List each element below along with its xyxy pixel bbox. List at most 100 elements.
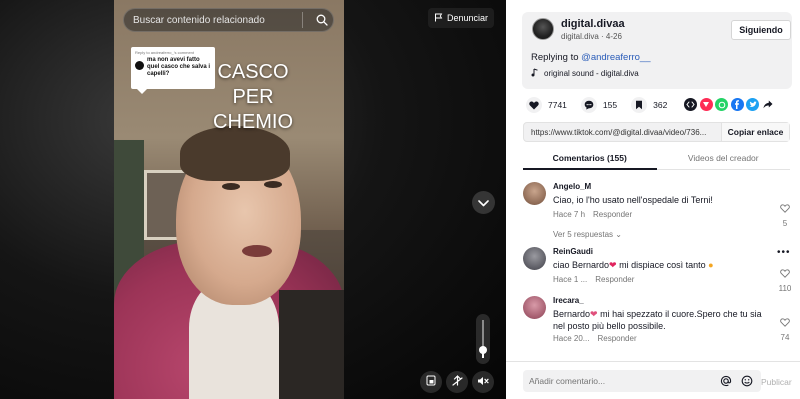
mention-icon[interactable] — [719, 374, 733, 388]
panel-tabs: Comentarios (155) Videos del creador — [523, 150, 790, 170]
report-label: Denunciar — [446, 13, 489, 23]
video-caption: Replying to @andreaferro__ — [531, 52, 651, 63]
twitter-share-icon[interactable] — [746, 98, 759, 111]
comment-username[interactable]: Irecara_ — [553, 296, 584, 305]
picture-in-picture-icon — [426, 373, 436, 391]
comment-like-count: 74 — [780, 333, 790, 342]
author-card: digital.divaa digital.diva · 4-26 Siguie… — [522, 12, 792, 89]
following-button[interactable]: Siguiendo — [731, 20, 791, 40]
engagement-stats: 7741 155 362 — [526, 97, 681, 113]
pinterest-share-icon[interactable] — [699, 98, 713, 111]
video-person-mouth — [242, 245, 272, 257]
comment-meta: Hace 7 h Responder — [553, 210, 632, 219]
chevron-down-icon — [478, 194, 489, 212]
view-replies-button[interactable]: Ver 5 respuestas ⌄ — [553, 230, 622, 239]
avatar[interactable] — [523, 247, 546, 270]
mute-button[interactable] — [472, 371, 494, 393]
reply-comment-sticker: Reply to andreaferro_'s comment ma non a… — [131, 47, 215, 94]
comment-list[interactable]: Angelo_M Ciao, io l'ho usato nell'ospeda… — [506, 176, 800, 361]
tab-comments[interactable]: Comentarios (155) — [523, 150, 657, 170]
details-panel: digital.divaa digital.diva · 4-26 Siguie… — [506, 0, 800, 399]
comment-like-button[interactable]: 110 — [775, 265, 795, 293]
comment-like-count: 5 — [782, 219, 788, 228]
avatar[interactable] — [523, 296, 546, 319]
music-note-icon — [531, 68, 539, 79]
comment-meta: Hace 20... Responder — [553, 334, 637, 343]
video-person-eye — [264, 181, 282, 188]
more-options-icon[interactable]: ••• — [777, 247, 791, 258]
pink-heart-emoji-icon: ❤ — [590, 309, 598, 319]
tiktok-video-viewer: CASCO PER CHEMIO Reply to andreaferro_'s… — [0, 0, 800, 399]
search-icon[interactable] — [311, 9, 333, 31]
embed-code-icon[interactable] — [684, 98, 697, 111]
search-placeholder: Buscar contenido relacionado — [133, 14, 265, 26]
save-count: 362 — [653, 100, 668, 110]
comment-text: Bernardo❤ mi hai spezzato il cuore.Spero… — [553, 309, 762, 331]
share-options — [684, 98, 775, 111]
author-meta: digital.diva · 4-26 — [561, 32, 622, 41]
sound-link[interactable]: original sound - digital.diva — [531, 68, 639, 79]
avatar[interactable] — [532, 18, 554, 40]
reply-sticker-header: Reply to andreaferro_'s comment — [135, 50, 195, 55]
video-dark-object — [279, 290, 344, 399]
volume-knob[interactable] — [479, 346, 487, 355]
floating-player-button[interactable] — [420, 371, 442, 393]
comment-text: ciao Bernardo❤ mi dispiace così tanto ● — [553, 260, 714, 270]
heart-outline-icon — [780, 204, 790, 213]
caption-prefix: Replying to — [531, 52, 582, 63]
save-button[interactable]: 362 — [631, 97, 667, 113]
sound-name: original sound - digital.diva — [544, 69, 639, 78]
search-input[interactable]: Buscar contenido relacionado — [123, 8, 334, 32]
comment-button[interactable]: 155 — [580, 97, 618, 113]
like-count: 7741 — [548, 100, 567, 110]
comment-text: Ciao, io l'ho usato nell'ospedale di Ter… — [553, 195, 713, 205]
like-button[interactable]: 7741 — [526, 97, 567, 113]
share-link-field[interactable]: https://www.tiktok.com/@digital.divaa/vi… — [524, 128, 721, 137]
comment-item: Irecara_ Bernardo❤ mi hai spezzato il cu… — [523, 296, 793, 356]
reply-sticker-avatar — [135, 61, 144, 70]
facebook-share-icon[interactable] — [730, 98, 744, 111]
video-stage: CASCO PER CHEMIO Reply to andreaferro_'s… — [0, 0, 506, 399]
flag-icon — [434, 13, 443, 24]
reply-button[interactable]: Responder — [595, 275, 634, 284]
comment-username[interactable]: Angelo_M — [553, 182, 591, 191]
post-comment-button[interactable]: Publicar — [761, 377, 792, 387]
reply-button[interactable]: Responder — [593, 210, 632, 219]
video-person-eye — [222, 183, 240, 190]
volume-slider[interactable] — [476, 314, 490, 364]
heart-outline-icon — [780, 269, 790, 278]
chevron-down-icon: ⌄ — [615, 230, 622, 239]
next-video-button[interactable] — [472, 191, 495, 214]
comment-username[interactable]: ReinGaudi — [553, 247, 593, 256]
crying-face-emoji-icon: ● — [708, 260, 714, 270]
comment-like-button[interactable]: 5 — [775, 200, 795, 228]
tab-creator-videos[interactable]: Videos del creador — [657, 150, 791, 169]
comment-placeholder: Añadir comentario... — [529, 376, 606, 386]
heart-outline-icon — [780, 318, 790, 327]
reply-button[interactable]: Responder — [597, 334, 636, 343]
comment-time: Hace 7 h — [553, 210, 586, 219]
scroll-arrows-icon — [451, 373, 463, 391]
comment-time: Hace 20... — [553, 334, 590, 343]
reply-sticker-text: ma non avevi fatto quel casco che salva … — [147, 57, 211, 77]
comment-composer: Añadir comentario... Publicar — [506, 361, 800, 399]
comment-like-count: 110 — [778, 284, 792, 293]
report-button[interactable]: Denunciar — [428, 8, 494, 28]
avatar[interactable] — [523, 182, 546, 205]
caption-mention-link[interactable]: @andreaferro__ — [581, 52, 650, 63]
author-name[interactable]: digital.divaa — [561, 18, 625, 30]
comment-input[interactable]: Añadir comentario... — [523, 370, 761, 392]
autoscroll-button[interactable] — [446, 371, 468, 393]
speaker-muted-icon — [477, 373, 489, 391]
copy-link-button[interactable]: Copiar enlace — [721, 123, 789, 141]
emoji-icon[interactable] — [740, 374, 754, 388]
comment-bubble-icon — [580, 97, 597, 113]
comment-like-button[interactable]: 74 — [775, 314, 795, 342]
whatsapp-share-icon[interactable] — [715, 98, 728, 111]
comment-time: Hace 1 ... — [553, 275, 588, 284]
comment-item: Angelo_M Ciao, io l'ho usato nell'ospeda… — [523, 182, 793, 242]
red-heart-emoji-icon: ❤ — [609, 260, 617, 270]
comment-count: 155 — [602, 100, 618, 110]
share-arrow-icon[interactable] — [762, 98, 775, 111]
heart-icon — [526, 97, 542, 113]
